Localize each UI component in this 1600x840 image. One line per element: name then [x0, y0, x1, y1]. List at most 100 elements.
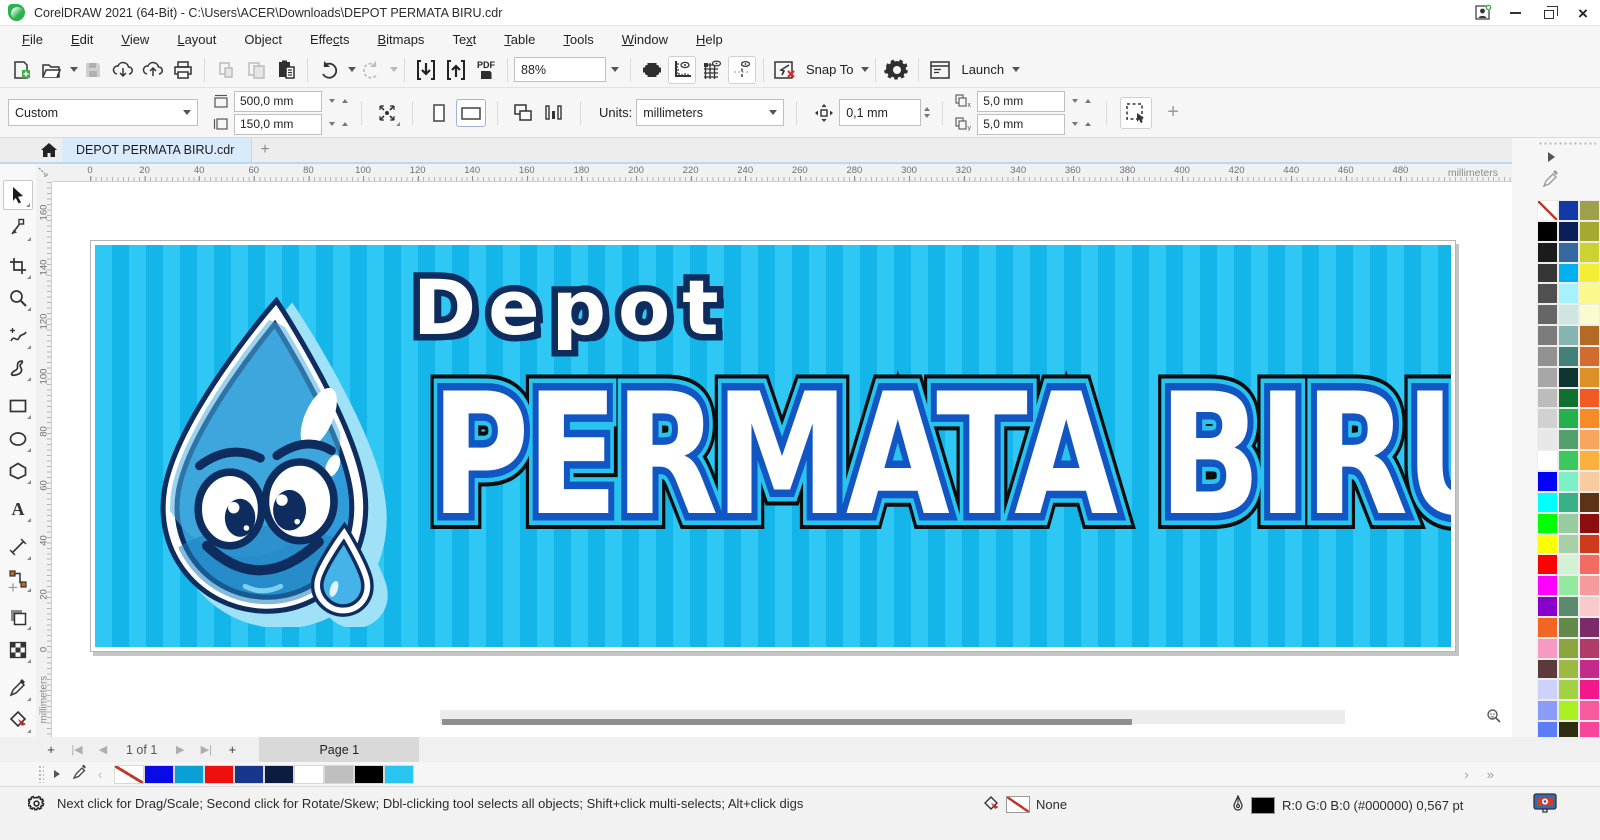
zoom-levels-caret[interactable] [606, 57, 624, 82]
color-proof-icon[interactable] [1532, 792, 1558, 819]
interactive-fill-tool[interactable] [3, 705, 33, 735]
palette-swatch[interactable] [1558, 220, 1579, 242]
customize-property-bar-button[interactable]: + [1167, 101, 1179, 124]
close-button[interactable]: × [1566, 1, 1600, 25]
doc-swatch[interactable] [264, 764, 295, 784]
menu-edit[interactable]: Edit [57, 29, 107, 50]
dup-x-up[interactable] [1081, 95, 1094, 108]
dup-x-down[interactable] [1068, 95, 1081, 108]
outline-indicator[interactable]: R:0 G:0 B:0 (#000000) 0,567 pt [1232, 795, 1463, 815]
pick-tool[interactable] [3, 180, 33, 211]
last-page-button[interactable]: ▶| [193, 739, 219, 761]
palette-swatch[interactable] [1579, 554, 1600, 576]
palette-swatch[interactable] [1537, 596, 1558, 617]
page-width-down[interactable] [325, 95, 338, 108]
palette-swatch[interactable] [1579, 241, 1600, 263]
dup-y-up[interactable] [1081, 118, 1094, 131]
palette-swatch[interactable] [1579, 533, 1600, 555]
palette-swatch[interactable] [1558, 491, 1579, 513]
menu-tools[interactable]: Tools [549, 29, 607, 50]
text-tool[interactable]: A [3, 494, 33, 524]
palette-swatch[interactable] [1558, 241, 1579, 263]
dimension-tool[interactable] [3, 532, 33, 562]
palette-eyedropper-icon[interactable] [1542, 170, 1560, 193]
palette-swatch[interactable] [1579, 304, 1600, 326]
color-eyedropper-tool[interactable] [3, 673, 33, 703]
palette-swatch[interactable] [1558, 679, 1579, 701]
show-guidelines-button[interactable] [728, 55, 756, 84]
palette-swatch[interactable] [1558, 700, 1579, 722]
restore-button[interactable] [1532, 1, 1566, 25]
palette-swatch[interactable] [1537, 450, 1558, 471]
palette-swatch[interactable] [1537, 387, 1558, 409]
palette-expand-arrow[interactable] [1548, 152, 1555, 162]
page-width-input[interactable] [234, 90, 322, 112]
document-palette-expand[interactable]: » [1487, 767, 1494, 782]
dup-y-down[interactable] [1068, 118, 1081, 131]
new-document-button[interactable] [7, 56, 35, 84]
page-height-input[interactable] [234, 113, 322, 135]
palette-swatch-none[interactable] [1537, 200, 1558, 221]
palette-swatch[interactable] [1558, 304, 1579, 326]
next-page-button[interactable]: ▶ [167, 739, 193, 761]
menu-effects[interactable]: Effects [296, 29, 364, 50]
document-palette-arrow[interactable] [54, 770, 60, 778]
cloud-upload-button[interactable] [139, 56, 167, 84]
menu-view[interactable]: View [107, 29, 163, 50]
palette-swatch[interactable] [1537, 658, 1558, 680]
palette-swatch[interactable] [1558, 262, 1579, 284]
fill-indicator[interactable]: None [982, 795, 1067, 813]
palette-swatch[interactable] [1579, 345, 1600, 367]
menu-file[interactable]: File [8, 29, 57, 50]
palette-swatch[interactable] [1579, 408, 1600, 430]
redo-dropdown-caret[interactable] [390, 67, 398, 72]
palette-swatch[interactable] [1558, 325, 1579, 346]
duplicate-y-input[interactable] [977, 113, 1066, 135]
palette-swatch[interactable] [1537, 491, 1558, 513]
paste-button[interactable] [272, 56, 300, 84]
add-page-button[interactable]: + [38, 739, 64, 761]
menu-layout[interactable]: Layout [163, 29, 230, 50]
palette-swatch[interactable] [1537, 366, 1558, 388]
save-button[interactable] [79, 56, 107, 84]
palette-swatch[interactable] [1537, 470, 1558, 492]
palette-swatch[interactable] [1537, 637, 1558, 659]
snap-to-label[interactable]: Snap To [806, 62, 853, 77]
crop-tool[interactable] [3, 250, 33, 280]
palette-swatch[interactable] [1537, 325, 1558, 346]
landscape-button[interactable] [456, 98, 486, 127]
palette-swatch[interactable] [1537, 345, 1558, 367]
page-height-down[interactable] [325, 118, 338, 131]
undo-dropdown-caret[interactable] [348, 67, 356, 72]
palette-swatch[interactable] [1558, 387, 1579, 409]
palette-swatch[interactable] [1537, 304, 1558, 326]
palette-swatch[interactable] [1579, 220, 1600, 242]
doc-swatch-none[interactable] [114, 764, 145, 784]
doc-swatch[interactable] [204, 764, 235, 784]
redo-button[interactable] [357, 56, 385, 84]
treat-as-filled-button[interactable] [1120, 96, 1153, 129]
doc-swatch[interactable] [144, 764, 175, 784]
rectangle-tool[interactable] [3, 391, 33, 421]
palette-swatch[interactable] [1537, 429, 1558, 451]
vertical-ruler[interactable]: millimeters 160 140 120 100 80 60 40 20 0 [36, 182, 52, 737]
duplicate-x-input[interactable] [977, 90, 1066, 112]
palette-swatch[interactable] [1579, 429, 1600, 451]
doc-swatch[interactable] [234, 764, 265, 784]
doc-swatch[interactable] [354, 764, 385, 784]
previous-page-button[interactable]: ◀ [90, 739, 116, 761]
palette-swatch[interactable] [1537, 616, 1558, 638]
snap-to-caret[interactable] [861, 67, 870, 72]
palette-swatch[interactable] [1537, 554, 1558, 576]
palette-swatch[interactable] [1579, 637, 1600, 659]
palette-swatch[interactable] [1558, 450, 1579, 471]
launch-caret[interactable] [1012, 67, 1021, 72]
all-pages-button[interactable] [509, 99, 537, 127]
palette-drag-handle[interactable] [1538, 141, 1596, 146]
polygon-tool[interactable] [3, 456, 33, 486]
add-page-after-button[interactable]: + [219, 739, 245, 761]
welcome-home-icon[interactable] [36, 138, 62, 162]
palette-swatch[interactable] [1558, 596, 1579, 617]
palette-swatch[interactable] [1558, 345, 1579, 367]
menu-table[interactable]: Table [490, 29, 549, 50]
